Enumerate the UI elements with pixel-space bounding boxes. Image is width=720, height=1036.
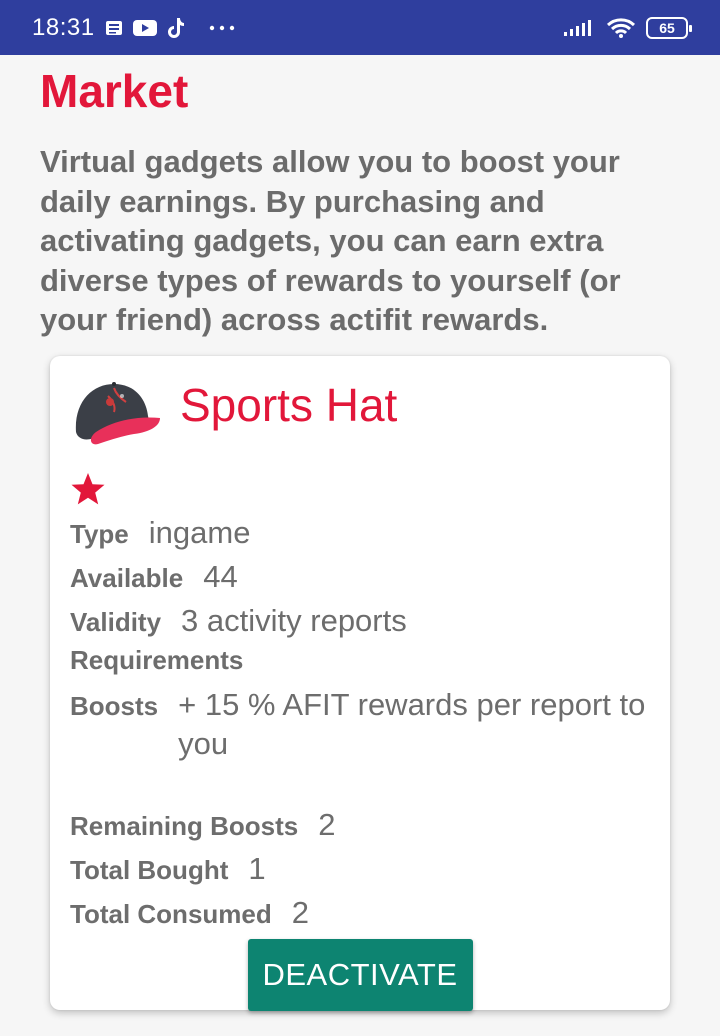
validity-row: Validity 3 activity reports — [70, 603, 650, 645]
news-icon — [105, 19, 123, 37]
consumed-label: Total Consumed — [70, 899, 272, 929]
validity-label: Validity — [70, 607, 162, 637]
type-label: Type — [70, 519, 129, 549]
status-time: 18:31 — [32, 13, 95, 41]
bought-row: Total Bought 1 — [70, 851, 650, 895]
available-value: 44 — [203, 559, 238, 594]
gadget-card: Sports Hat Type ingame Available 44 Vali… — [50, 356, 670, 1011]
boosts-row: Boosts + 15 % AFIT rewards per report to… — [70, 685, 650, 763]
page-title: Market — [40, 65, 189, 117]
type-value: ingame — [148, 515, 251, 550]
tiktok-icon — [167, 17, 185, 39]
status-right: 65 — [562, 16, 692, 39]
more-dots-icon — [209, 25, 235, 31]
intro-text: Virtual gadgets allow you to boost your … — [40, 144, 621, 337]
requirements-row: Requirements — [70, 645, 650, 685]
type-row: Type ingame — [70, 515, 650, 559]
status-left: 18:31 — [32, 14, 235, 42]
boosts-label: Boosts — [70, 691, 159, 721]
detail-rows: Type ingame Available 44 Validity 3 acti… — [70, 515, 650, 939]
status-bar: 18:31 65 — [0, 0, 720, 55]
validity-value: 3 activity reports — [181, 603, 407, 638]
card-header: Sports Hat — [70, 372, 650, 464]
remaining-row: Remaining Boosts 2 — [70, 807, 650, 851]
signal-icon — [562, 18, 596, 38]
wifi-icon — [606, 17, 636, 39]
remaining-label: Remaining Boosts — [70, 811, 299, 841]
boosts-value: + 15 % AFIT rewards per report to you — [178, 687, 646, 761]
battery-icon: 65 — [646, 16, 692, 39]
consumed-value: 2 — [291, 895, 309, 930]
item-name: Sports Hat — [180, 379, 398, 431]
requirements-label: Requirements — [70, 645, 244, 675]
bought-value: 1 — [248, 851, 266, 886]
deactivate-button[interactable]: DEACTIVATE — [247, 939, 473, 1011]
youtube-icon — [132, 19, 157, 37]
button-wrap: DEACTIVATE — [70, 939, 650, 1011]
consumed-row: Total Consumed 2 — [70, 895, 650, 939]
remaining-value: 2 — [318, 807, 336, 842]
star-icon — [70, 473, 106, 510]
available-label: Available — [70, 563, 184, 593]
bought-label: Total Bought — [70, 855, 229, 885]
available-row: Available 44 — [70, 559, 650, 603]
sports-cap-icon — [70, 372, 162, 453]
